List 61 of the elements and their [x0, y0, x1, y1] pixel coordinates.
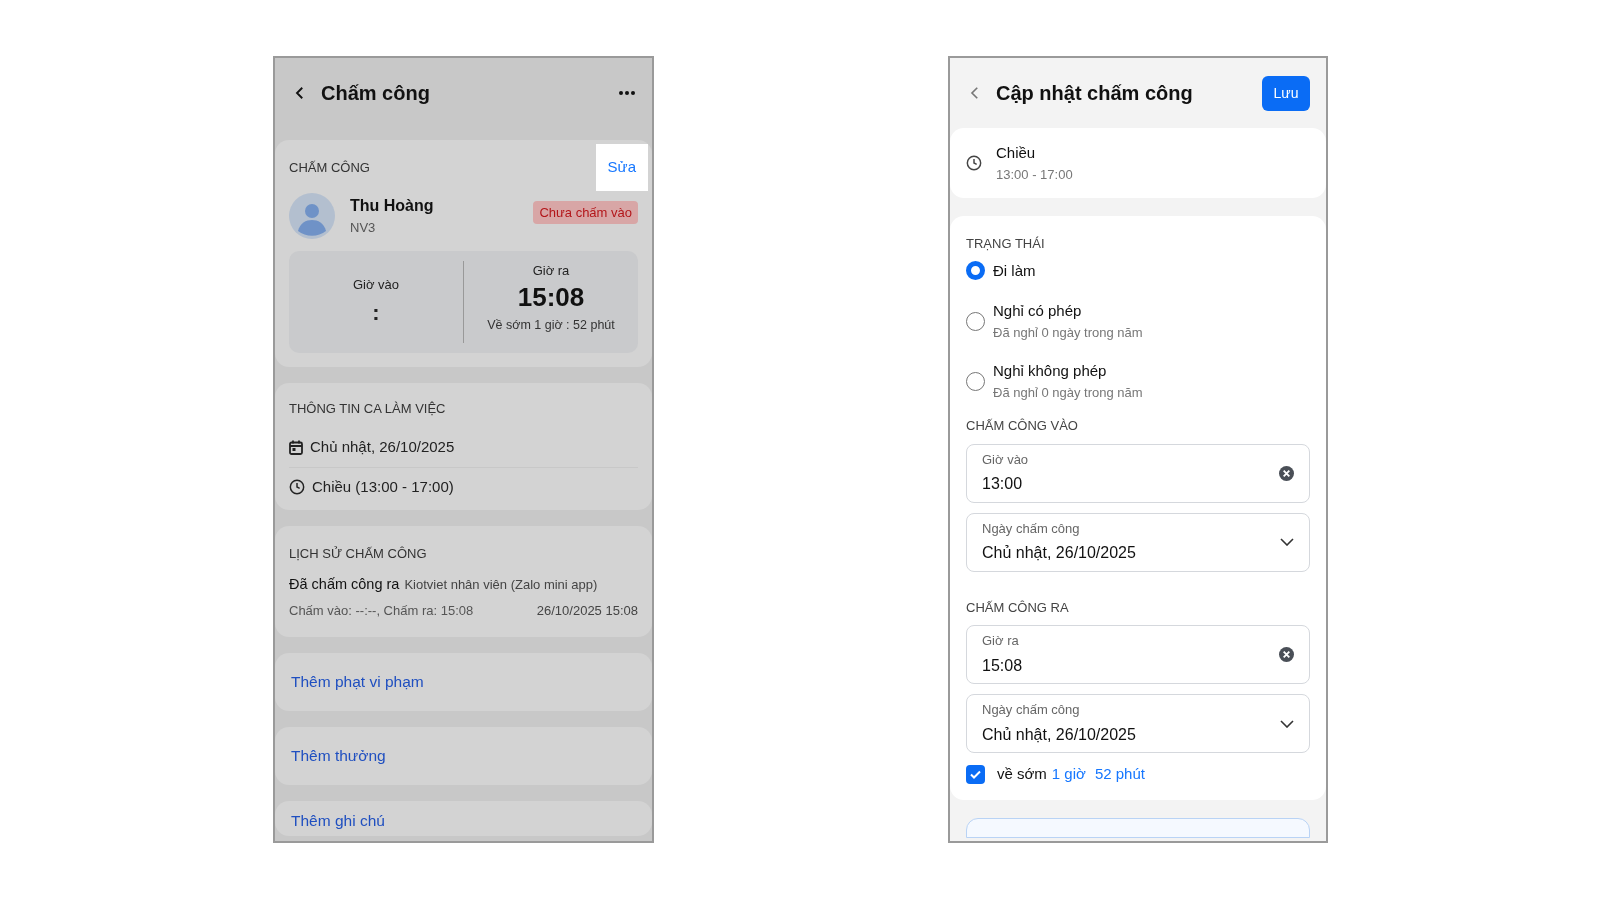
time-field[interactable]: Giờ vào 13:00: [966, 443, 1310, 503]
clear-icon[interactable]: [1279, 647, 1294, 662]
shift-time: 13:00 - 17:00: [996, 165, 1073, 184]
field-value: 15:08: [982, 655, 1024, 676]
field-value: Chủ nhật, 26/10/2025: [982, 543, 1137, 564]
date-select[interactable]: Ngày chấm công Chủ nhật, 26/10/2025: [966, 694, 1310, 753]
field-label: Giờ ra: [982, 632, 1020, 651]
time-label: Giờ vào: [352, 275, 400, 294]
early-leave-hours: 1 giờ: [1051, 764, 1086, 784]
shift-name: Chiều: [996, 143, 1037, 163]
history-detail: Chấm vào: --:--, Chấm ra: 15:08: [289, 602, 474, 621]
chevron-down-icon[interactable]: [1280, 538, 1294, 546]
time-field[interactable]: Giờ ra 15:08: [966, 625, 1310, 684]
section-heading: CHẤM CÔNG: [289, 158, 370, 177]
screen-title: Chấm công: [321, 81, 430, 106]
field-value: Chủ nhật, 26/10/2025: [982, 724, 1137, 745]
chevron-down-icon[interactable]: [1280, 719, 1294, 728]
field-label: Ngày chấm công: [982, 701, 1081, 720]
screen-title: Cập nhật chấm công: [996, 81, 1193, 106]
check-icon: [970, 769, 981, 779]
section-heading: LỊCH SỬ CHẤM CÔNG: [289, 545, 428, 563]
field-label: Ngày chấm công: [982, 519, 1081, 538]
calendar-icon: [289, 439, 303, 455]
field-value: 13:00: [982, 474, 1024, 495]
employee-code: NV3: [350, 218, 377, 237]
shift-date: Chủ nhật, 26/10/2025: [310, 437, 455, 457]
time-value: 15:08: [517, 281, 585, 314]
radio-note: Đã nghỉ 0 ngày trong năm: [993, 383, 1143, 402]
radio-label: Nghỉ có phép: [993, 301, 1083, 321]
section-heading: CHẤM CÔNG VÀO: [966, 417, 1079, 435]
early-leave-label: về sớm: [997, 764, 1047, 784]
history-action: Đã chấm công ra: [289, 574, 400, 594]
early-leave-minutes: 52 phút: [1094, 764, 1145, 784]
radio-button[interactable]: [966, 261, 985, 281]
time-value: :: [372, 299, 380, 327]
field-label: Giờ vào: [982, 450, 1030, 469]
early-leave-note: Về sớm 1 giờ : 52 phút: [487, 317, 615, 334]
more-icon[interactable]: [618, 90, 636, 96]
action-link[interactable]: Thêm ghi chú: [275, 800, 652, 836]
clear-icon[interactable]: [1279, 465, 1294, 481]
date-select[interactable]: Ngày chấm công Chủ nhật, 26/10/2025: [966, 512, 1310, 572]
time-label: Giờ ra: [532, 261, 570, 280]
section-heading: THÔNG TIN CA LÀM VIỆC: [289, 399, 447, 418]
section-heading: CHẤM CÔNG RA: [966, 598, 1070, 617]
status-badge: Chưa chấm vào: [533, 200, 638, 225]
clock-icon: [289, 478, 305, 495]
radio-note: Đã nghỉ 0 ngày trong năm: [993, 323, 1143, 342]
shift-time: Chiều (13:00 - 17:00): [312, 476, 454, 497]
checkbox[interactable]: [966, 764, 985, 784]
radio-label: Đi làm: [993, 260, 1036, 281]
save-button[interactable]: Lưu: [1262, 75, 1310, 111]
history-timestamp: 26/10/2025 15:08: [536, 602, 638, 621]
history-source: Kiotviet nhân viên (Zalo mini app): [404, 575, 598, 594]
edit-link[interactable]: Sửa: [595, 144, 648, 191]
clock-icon: [966, 155, 982, 171]
section-heading: TRẠNG THÁI: [966, 235, 1046, 253]
action-link[interactable]: Thêm thưởng: [275, 726, 652, 785]
action-link[interactable]: Thêm phạt vi phạm: [275, 652, 652, 711]
employee-name: Thu Hoàng: [350, 195, 434, 216]
avatar-icon: [289, 192, 335, 239]
radio-label: Nghỉ không phép: [993, 361, 1108, 381]
